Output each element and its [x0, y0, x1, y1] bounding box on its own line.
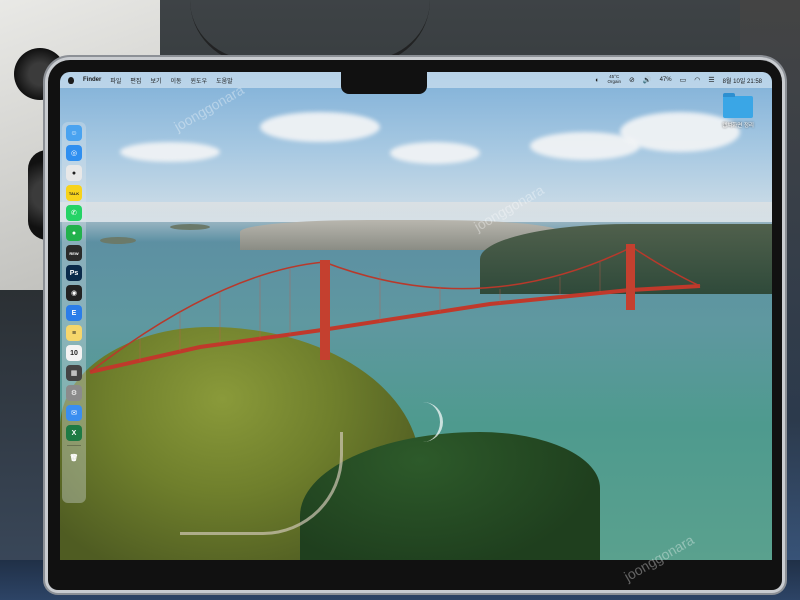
dock-separator [67, 445, 81, 446]
volume-icon[interactable]: 🔊 [643, 77, 652, 84]
camera-icon[interactable]: ◉ [66, 285, 82, 301]
menu-app-name[interactable]: Finder [83, 77, 101, 83]
calculator-icon[interactable]: ▦ [66, 365, 82, 381]
menu-view[interactable]: 보기 [150, 76, 161, 85]
compass-icon[interactable]: ⊘ [629, 77, 635, 84]
menu-go[interactable]: 이동 [170, 76, 181, 85]
status-app-icon[interactable]: ◐ [595, 77, 599, 84]
notes-icon[interactable]: ≡ [66, 325, 82, 341]
menu-window[interactable]: 윈도우 [191, 76, 208, 85]
screen: Finder 파일 편집 보기 이동 윈도우 도움말 ◐ 45°C Orgain… [60, 72, 772, 560]
menu-clock[interactable]: 8월 10일 21:58 [723, 76, 762, 85]
folder-label: 캡쳐화면 정리 [722, 123, 754, 129]
wifi-icon[interactable]: ◠ [694, 77, 700, 84]
line-icon[interactable]: ● [66, 225, 82, 241]
battery-icon[interactable]: ▭ [680, 77, 687, 84]
menu-edit[interactable]: 편집 [130, 76, 141, 85]
folder-icon [723, 93, 753, 118]
menu-file[interactable]: 파일 [110, 76, 121, 85]
excel-icon[interactable]: X [66, 425, 82, 441]
finder-icon[interactable]: ☺ [66, 125, 82, 141]
camera-notch [341, 64, 427, 94]
whatsapp-icon[interactable]: ✆ [66, 205, 82, 221]
weather-label: Orgain [607, 79, 621, 84]
safari-icon[interactable]: ◎ [66, 145, 82, 161]
weather-widget[interactable]: 45°C Orgain [607, 75, 621, 84]
golden-gate-bridge [89, 244, 701, 374]
control-center-icon[interactable]: ☰ [708, 77, 714, 84]
apple-menu-icon[interactable] [68, 76, 74, 84]
chrome-icon[interactable]: ● [66, 165, 82, 181]
battery-percent[interactable]: 47% [660, 77, 672, 83]
desktop-folder[interactable]: 캡쳐화면 정리 [716, 93, 760, 129]
dock: ☺ ◎ ● TALK ✆ ● REW Ps ◉ E ≡ 10 ▦ ⚙ ✉ X 🗑 [62, 122, 86, 503]
bridge-tower-north [626, 244, 635, 310]
cable [190, 0, 430, 64]
app-e-icon[interactable]: E [66, 305, 82, 321]
photoshop-icon[interactable]: Ps [66, 265, 82, 281]
rew-icon[interactable]: REW [66, 245, 82, 261]
menu-help[interactable]: 도움말 [216, 76, 233, 85]
bridge-tower-south [320, 260, 330, 360]
kakaotalk-icon[interactable]: TALK [66, 185, 82, 201]
calendar-icon[interactable]: 10 [66, 345, 82, 361]
settings-icon[interactable]: ⚙ [66, 385, 82, 401]
trash-icon[interactable]: 🗑 [66, 450, 82, 466]
mail-icon[interactable]: ✉ [66, 405, 82, 421]
